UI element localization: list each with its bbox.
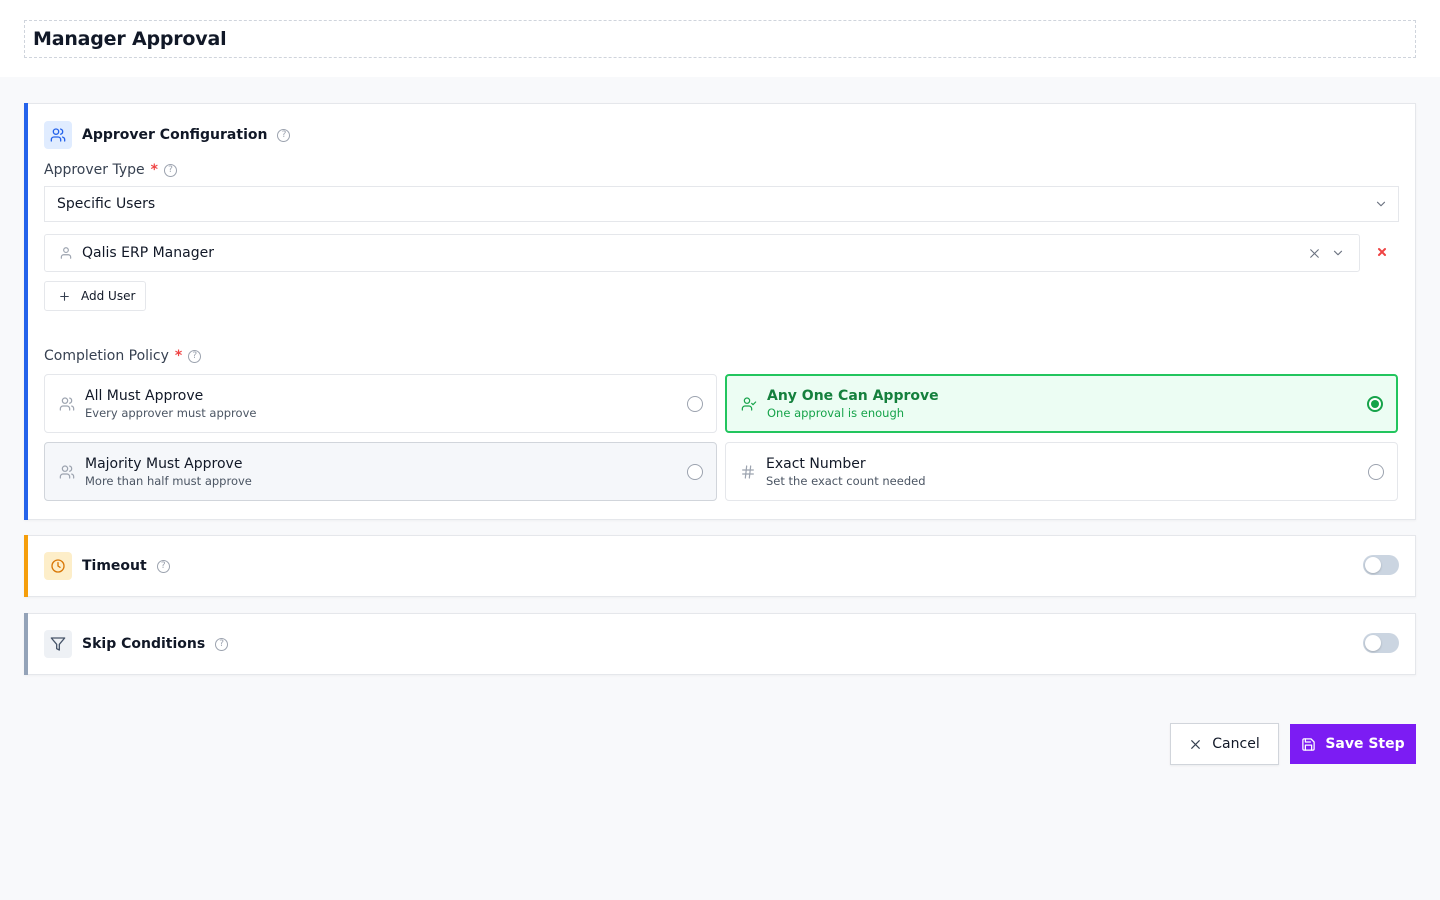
option-description: Every approver must approve [85, 405, 257, 420]
plus-icon [58, 290, 71, 303]
policy-option-exact-number[interactable]: Exact Number Set the exact count needed [725, 442, 1398, 501]
help-icon[interactable]: ? [188, 349, 202, 363]
radio-button-selected[interactable] [1367, 395, 1383, 412]
option-text: All Must Approve Every approver must app… [85, 387, 687, 421]
option-description: One approval is enough [767, 405, 905, 420]
timeout-card: Timeout ? [24, 535, 1416, 597]
user-check-icon [741, 396, 757, 412]
help-icon[interactable]: ? [163, 163, 177, 177]
option-title: All Must Approve [85, 387, 204, 404]
approver-configuration-card: Approver Configuration ? Approver Type *… [24, 103, 1416, 520]
close-icon [1189, 738, 1202, 751]
option-title: Any One Can Approve [767, 387, 939, 404]
approver-type-label-text: Approver Type [44, 162, 145, 178]
help-icon[interactable]: ? [277, 128, 291, 142]
chevron-down-icon [1374, 197, 1388, 211]
page-header: Manager Approval [0, 0, 1440, 77]
users-icon [59, 464, 75, 480]
completion-policy-label: Completion Policy * ? [44, 348, 202, 364]
clear-icon[interactable] [1308, 247, 1321, 260]
completion-policy-label-text: Completion Policy [44, 348, 169, 364]
save-icon [1301, 737, 1316, 752]
required-mark: * [174, 348, 183, 364]
timeout-header: Timeout ? [44, 552, 170, 580]
option-text: Exact Number Set the exact count needed [766, 455, 1368, 489]
option-text: Majority Must Approve More than half mus… [85, 455, 687, 489]
option-text: Any One Can Approve One approval is enou… [767, 387, 1367, 421]
cancel-button[interactable]: Cancel [1170, 723, 1279, 765]
option-title: Exact Number [766, 455, 866, 472]
users-icon [59, 396, 75, 412]
policy-option-any-one-can-approve[interactable]: Any One Can Approve One approval is enou… [725, 374, 1398, 433]
hash-icon [740, 464, 756, 480]
filter-icon [44, 630, 72, 658]
approver-configuration-header: Approver Configuration ? [44, 121, 291, 149]
skip-conditions-toggle[interactable] [1363, 633, 1399, 653]
radio-button[interactable] [687, 395, 703, 412]
page-title-box[interactable]: Manager Approval [24, 20, 1416, 58]
page-title: Manager Approval [33, 28, 227, 50]
add-user-button[interactable]: Add User [44, 281, 146, 311]
timeout-title: Timeout [82, 558, 147, 574]
radio-button[interactable] [687, 463, 703, 480]
policy-option-all-must-approve[interactable]: All Must Approve Every approver must app… [44, 374, 717, 433]
help-icon[interactable]: ? [215, 637, 229, 651]
add-user-label: Add User [81, 289, 136, 303]
option-description: More than half must approve [85, 473, 252, 488]
approver-configuration-title: Approver Configuration [82, 127, 268, 143]
clock-icon [44, 552, 72, 580]
user-icon [59, 246, 73, 260]
skip-conditions-card: Skip Conditions ? [24, 613, 1416, 675]
users-icon [44, 121, 72, 149]
required-mark: * [150, 162, 158, 178]
approver-type-select[interactable]: Specific Users [44, 186, 1399, 222]
option-description: Set the exact count needed [766, 473, 926, 488]
radio-button[interactable] [1368, 463, 1384, 480]
timeout-toggle[interactable] [1363, 555, 1399, 575]
approver-type-value: Specific Users [57, 196, 156, 212]
skip-conditions-title: Skip Conditions [82, 636, 206, 652]
option-title: Majority Must Approve [85, 455, 243, 472]
save-label: Save Step [1325, 736, 1405, 752]
cancel-label: Cancel [1212, 736, 1260, 752]
selected-user-name: Qalis ERP Manager [82, 245, 214, 261]
policy-option-majority-must-approve[interactable]: Majority Must Approve More than half mus… [44, 442, 717, 501]
help-icon[interactable]: ? [156, 559, 170, 573]
remove-user-button[interactable] [1376, 246, 1388, 258]
approver-type-label: Approver Type * ? [44, 162, 177, 178]
user-select[interactable]: Qalis ERP Manager [44, 234, 1360, 272]
chevron-down-icon[interactable] [1331, 246, 1345, 260]
save-step-button[interactable]: Save Step [1290, 724, 1416, 764]
skip-conditions-header: Skip Conditions ? [44, 630, 229, 658]
